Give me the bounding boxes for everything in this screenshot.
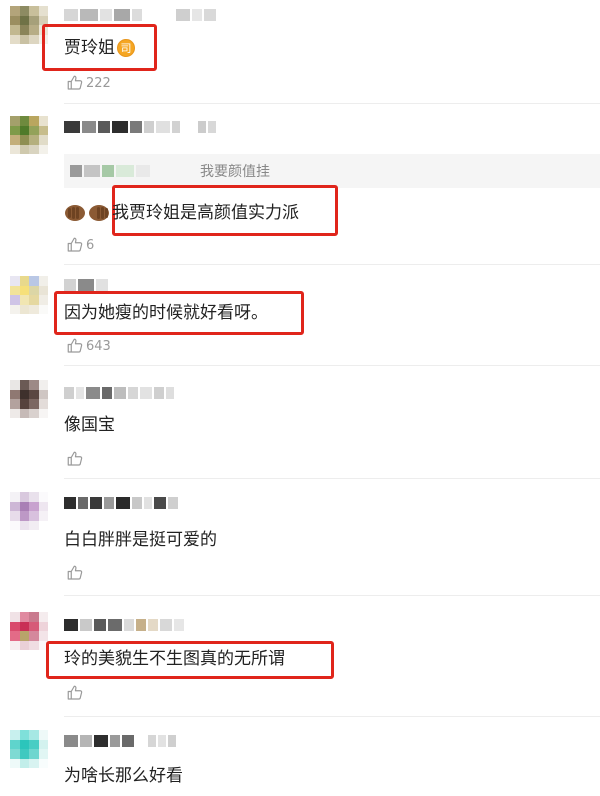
like-count: 6 (86, 237, 95, 253)
comment-text-label: 我贾玲姐是高颜值实力派 (112, 203, 299, 223)
thumbs-up-icon (67, 338, 83, 353)
avatar[interactable] (10, 116, 48, 154)
thumbs-up-icon (67, 565, 83, 580)
username-blurred[interactable] (64, 120, 218, 134)
like-count: 643 (86, 338, 111, 354)
thumbs-up-icon (67, 75, 83, 90)
quoted-text: 我要颜值挂 (200, 164, 270, 180)
comment-text: 为啥长那么好看 (64, 766, 183, 786)
fist-bump-emoji-icon (65, 205, 109, 221)
like-button[interactable] (66, 450, 86, 468)
avatar[interactable] (10, 492, 48, 530)
avatar[interactable] (10, 612, 48, 650)
like-count: 222 (86, 75, 111, 91)
thumbs-up-icon (67, 685, 83, 700)
like-button[interactable] (66, 684, 86, 702)
username-blurred[interactable] (64, 386, 176, 400)
comment-text: 像国宝 (64, 415, 115, 435)
comment-text: 因为她瘦的时候就好看呀。 (64, 303, 268, 323)
username-blurred[interactable] (64, 8, 218, 22)
username-blurred[interactable] (64, 734, 178, 748)
like-button[interactable]: 222 (66, 74, 111, 92)
comment-text: 白白胖胖是挺可爱的 (64, 530, 217, 550)
badge-icon: 司 (117, 39, 135, 57)
avatar[interactable] (10, 276, 48, 314)
avatar[interactable] (10, 730, 48, 768)
quoted-username-blurred (70, 164, 152, 178)
divider (64, 716, 600, 717)
thumbs-up-icon (67, 237, 83, 252)
comment-text: 贾玲姐司 (64, 37, 135, 59)
like-button[interactable] (66, 564, 86, 582)
username-blurred[interactable] (64, 278, 110, 292)
comment-text: 玲的美貌生不生图真的无所谓 (64, 649, 285, 669)
comment-text: 我贾玲姐是高颜值实力派 (64, 202, 299, 224)
divider (64, 595, 600, 596)
divider (64, 365, 600, 366)
username-blurred[interactable] (64, 496, 180, 510)
username-blurred[interactable] (64, 618, 186, 632)
thumbs-up-icon (67, 451, 83, 466)
comment-text-label: 贾玲姐 (64, 38, 115, 58)
divider (64, 478, 600, 479)
like-button[interactable]: 6 (66, 236, 94, 254)
avatar[interactable] (10, 380, 48, 418)
like-button[interactable]: 643 (66, 337, 111, 355)
divider (64, 103, 600, 104)
comment-feed: 贾玲姐司 222 我要颜值挂 我贾玲姐是高颜值实力派 6 因为她瘦的时候就好看呀… (0, 0, 600, 796)
divider (64, 264, 600, 265)
